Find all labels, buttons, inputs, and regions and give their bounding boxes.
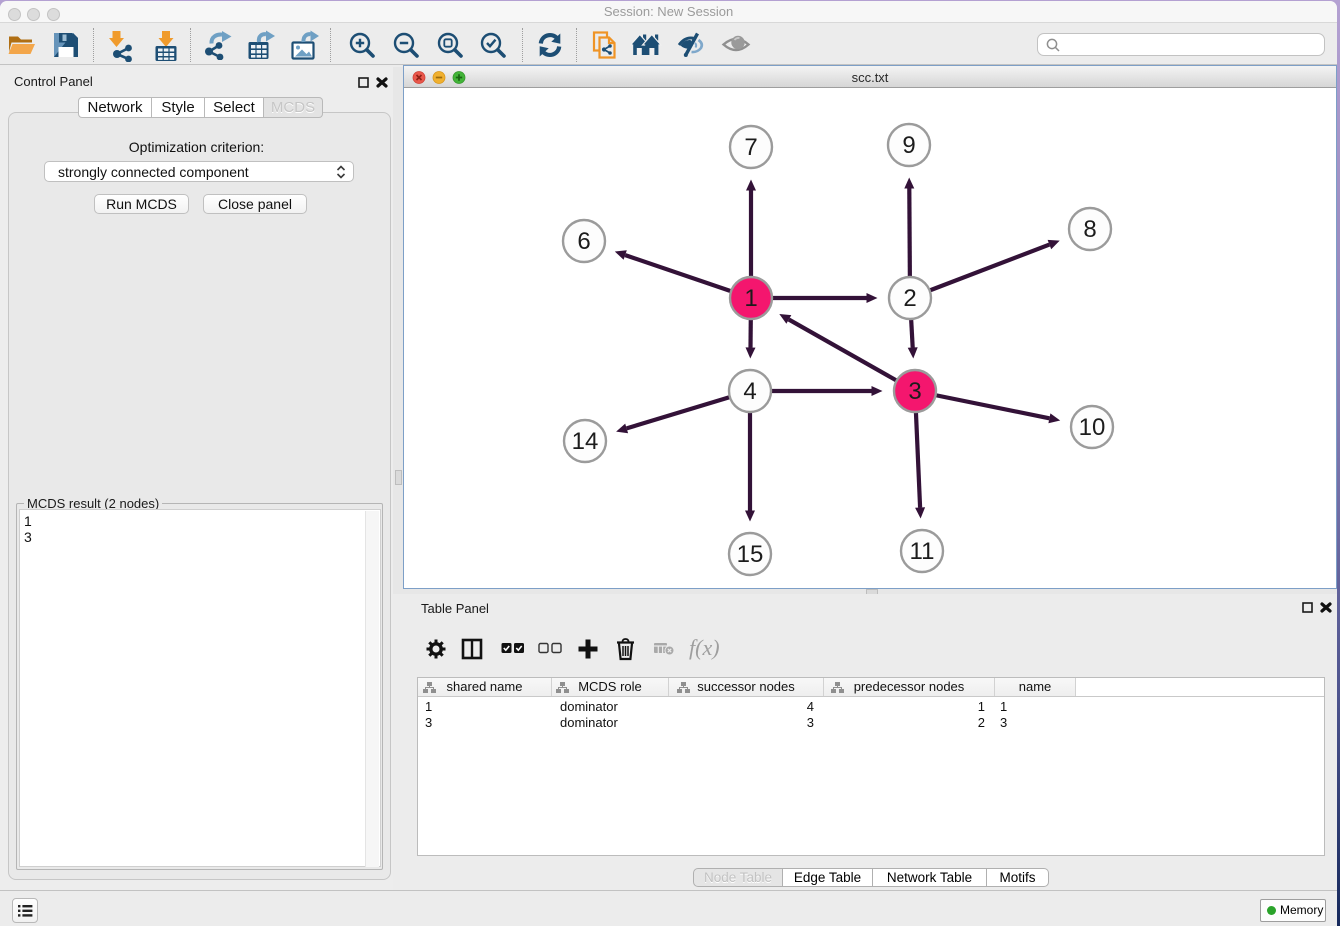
svg-text:2: 2 (903, 285, 916, 312)
svg-text:6: 6 (577, 228, 590, 255)
svg-text:9: 9 (902, 132, 915, 159)
svg-text:8: 8 (1083, 216, 1096, 243)
svg-text:15: 15 (737, 541, 764, 568)
svg-text:7: 7 (744, 134, 757, 161)
svg-text:14: 14 (572, 428, 599, 455)
svg-text:1: 1 (744, 285, 757, 312)
svg-text:10: 10 (1079, 414, 1106, 441)
svg-text:4: 4 (743, 378, 756, 405)
svg-text:3: 3 (908, 378, 921, 405)
svg-text:11: 11 (910, 538, 935, 565)
